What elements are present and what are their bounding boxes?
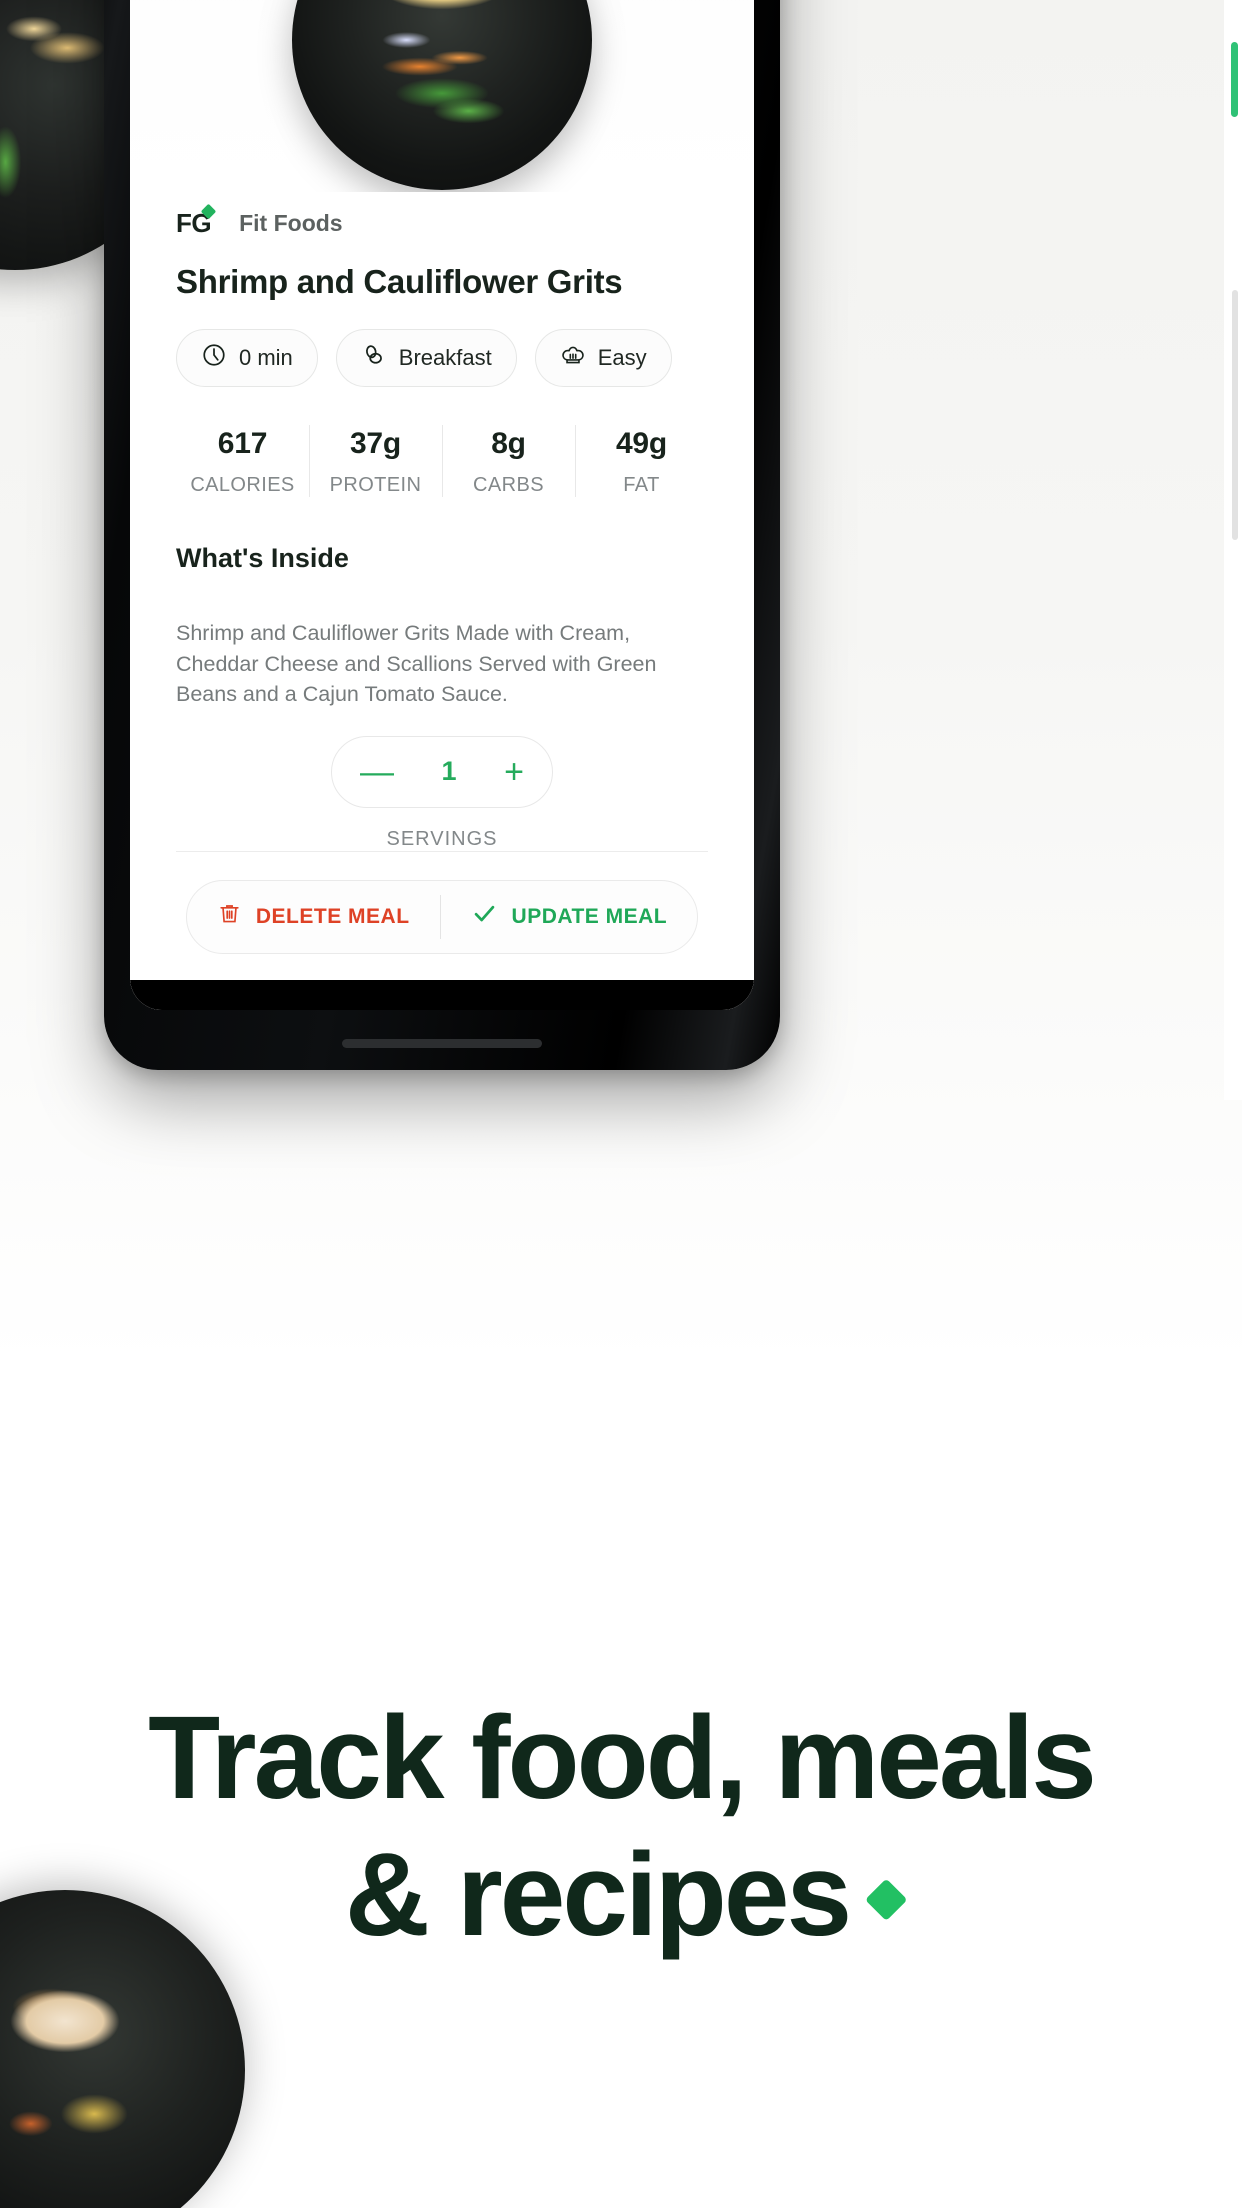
meal-hero-image — [130, 0, 754, 192]
headline-line-1: Track food, meals — [148, 1692, 1097, 1824]
headline-diamond-icon — [865, 1878, 908, 1921]
action-button-group: DELETE MEAL UPDATE MEAL — [185, 879, 699, 954]
update-meal-button[interactable]: UPDATE MEAL — [441, 881, 698, 953]
meal-plate-photo — [292, 0, 592, 190]
headline-line-2-wrapper: & recipes — [0, 1827, 1242, 1964]
edge-gray-accent — [1232, 290, 1238, 540]
nutrition-calories: 617 CALORIES — [176, 423, 309, 499]
meal-actions-bar: DELETE MEAL UPDATE MEAL — [176, 850, 708, 980]
chef-hat-icon — [560, 342, 586, 374]
nutrition-label: CARBS — [473, 474, 544, 496]
whats-inside-heading: What's Inside — [176, 543, 349, 573]
chip-label: Breakfast — [398, 345, 492, 370]
phone-screen-area: FG Fit Foods Shrimp and Cauliflower Grit… — [130, 0, 754, 1010]
nutrition-fat: 49g FAT — [575, 423, 708, 499]
headline-line-2: & recipes — [344, 1828, 852, 1961]
meal-attribute-chips: 0 min Breakfast Easy — [176, 329, 708, 387]
eggs-icon — [361, 342, 387, 374]
nutrition-protein: 37g PROTEIN — [309, 423, 442, 499]
brand-name-label: Fit Foods — [239, 210, 343, 236]
update-meal-label: UPDATE MEAL — [511, 904, 668, 928]
nutrition-value: 49g — [615, 427, 668, 460]
marketing-headline: Track food, meals & recipes — [0, 1690, 1242, 1964]
nutrition-carbs: 8g CARBS — [442, 423, 575, 499]
servings-value: 1 — [441, 756, 457, 787]
nutrition-value: 37g — [349, 427, 402, 460]
check-icon — [471, 900, 498, 933]
chip-prep-time[interactable]: 0 min — [176, 329, 318, 387]
chip-label: 0 min — [239, 345, 293, 370]
increment-servings-button[interactable]: + — [504, 755, 524, 789]
meal-detail-content: FG Fit Foods Shrimp and Cauliflower Grit… — [130, 192, 754, 980]
fit-foods-logo-icon: FG — [176, 203, 217, 239]
servings-block: — 1 + SERVINGS — [176, 735, 708, 851]
chip-label: Easy — [597, 345, 647, 370]
meal-description: Shrimp and Cauliflower Grits Made with C… — [176, 621, 657, 707]
chip-difficulty[interactable]: Easy — [534, 329, 672, 387]
delete-meal-button[interactable]: DELETE MEAL — [187, 881, 440, 953]
chip-meal-type[interactable]: Breakfast — [335, 329, 517, 387]
nutrition-value: 617 — [217, 427, 268, 460]
brand-row: FG Fit Foods — [176, 203, 708, 239]
nutrition-label: CALORIES — [190, 474, 295, 496]
meal-detail-screen: FG Fit Foods Shrimp and Cauliflower Grit… — [130, 0, 754, 1010]
servings-stepper[interactable]: — 1 + — [331, 735, 553, 808]
phone-device-frame: FG Fit Foods Shrimp and Cauliflower Grit… — [104, 0, 780, 1070]
adjacent-screenshot-edge — [1224, 0, 1242, 1100]
meal-food-contents — [331, 0, 553, 151]
food-garnish — [0, 1947, 188, 2193]
android-navigation-bar — [130, 979, 754, 1010]
clock-icon — [201, 342, 227, 374]
edge-green-accent — [1231, 42, 1238, 117]
nutrition-label: PROTEIN — [329, 474, 422, 496]
decrement-servings-button[interactable]: — — [360, 755, 394, 789]
speaker-grille — [342, 1039, 542, 1048]
phone-chin — [104, 1010, 780, 1070]
meal-title: Shrimp and Cauliflower Grits — [176, 263, 623, 300]
delete-meal-label: DELETE MEAL — [255, 904, 410, 928]
servings-label: SERVINGS — [386, 827, 498, 850]
nutrition-label: FAT — [623, 474, 660, 496]
app-store-screenshot: FG Fit Foods Shrimp and Cauliflower Grit… — [0, 0, 1242, 2208]
trash-icon — [217, 901, 242, 932]
nutrition-summary: 617 CALORIES 37g PROTEIN 8g CARBS 49g FA… — [176, 423, 708, 505]
nutrition-value: 8g — [491, 427, 526, 460]
